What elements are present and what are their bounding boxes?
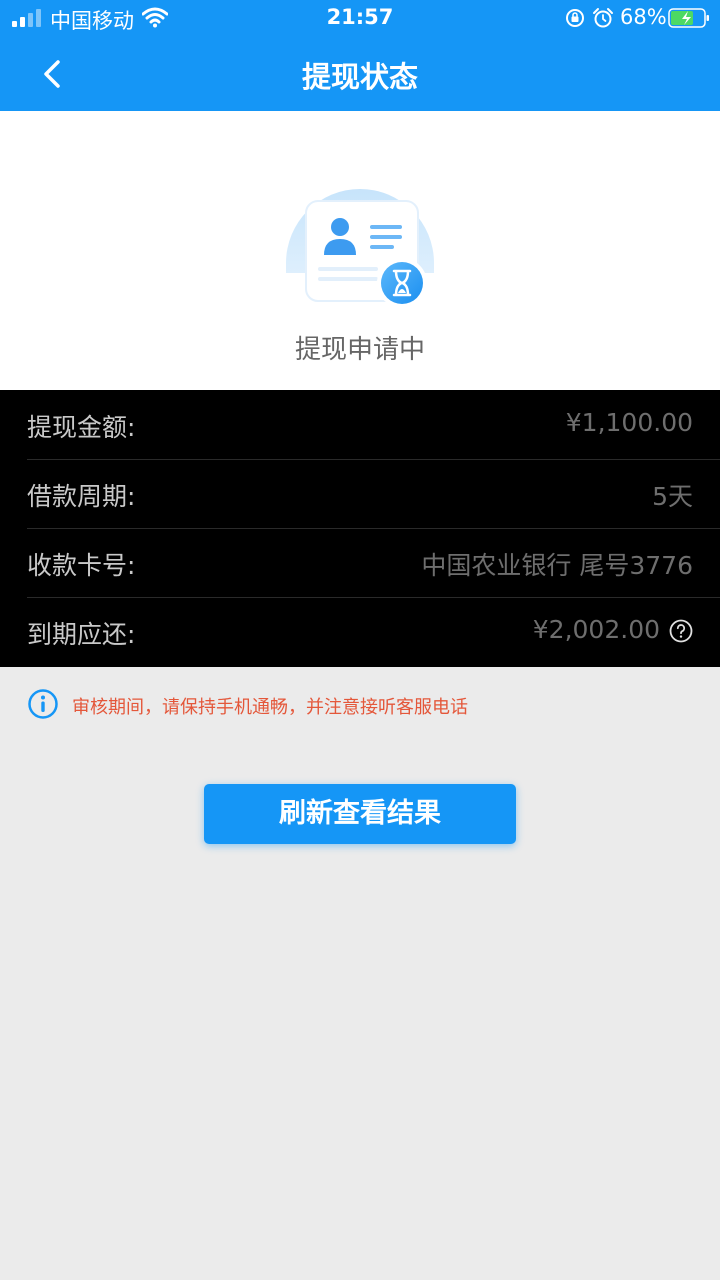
status-card: 提现申请中 (0, 111, 720, 390)
top-header: 中国移动 21:57 68% 提现状态 (0, 0, 720, 111)
detail-label: 到期应还: (27, 620, 136, 649)
detail-value: ¥2,002.00 (532, 615, 660, 644)
battery-percentage: 68% (620, 5, 667, 29)
detail-value: 5天 (652, 482, 693, 511)
battery-icon (668, 8, 709, 28)
status-bar: 中国移动 21:57 68% (0, 0, 720, 36)
rotation-lock-icon (566, 9, 584, 27)
info-icon (28, 689, 58, 719)
detail-label: 收款卡号: (27, 551, 136, 580)
notice-text: 审核期间，请保持手机通畅，并注意接听客服电话 (72, 697, 468, 718)
review-notice: 审核期间，请保持手机通畅，并注意接听客服电话 (27, 688, 707, 720)
detail-label: 借款周期: (27, 482, 136, 511)
detail-row-amount: 提现金额: ¥1,100.00 (0, 390, 720, 459)
detail-value: ¥1,100.00 (565, 408, 693, 437)
withdrawal-details: 提现金额: ¥1,100.00 借款周期: 5天 收款卡号: 中国农业银行 尾号… (0, 390, 720, 667)
detail-row-due: 到期应还: ¥2,002.00 (0, 597, 720, 666)
status-label: 提现申请中 (294, 335, 425, 365)
help-icon[interactable] (669, 619, 693, 643)
pending-application-icon (284, 189, 436, 311)
page-title: 提现状态 (301, 60, 418, 94)
alarm-icon (593, 8, 613, 28)
detail-value: 中国农业银行 尾号3776 (421, 551, 693, 580)
detail-row-card: 收款卡号: 中国农业银行 尾号3776 (0, 528, 720, 597)
detail-label: 提现金额: (27, 413, 136, 442)
detail-row-period: 借款周期: 5天 (0, 459, 720, 528)
refresh-result-button[interactable]: 刷新查看结果 (204, 784, 516, 844)
